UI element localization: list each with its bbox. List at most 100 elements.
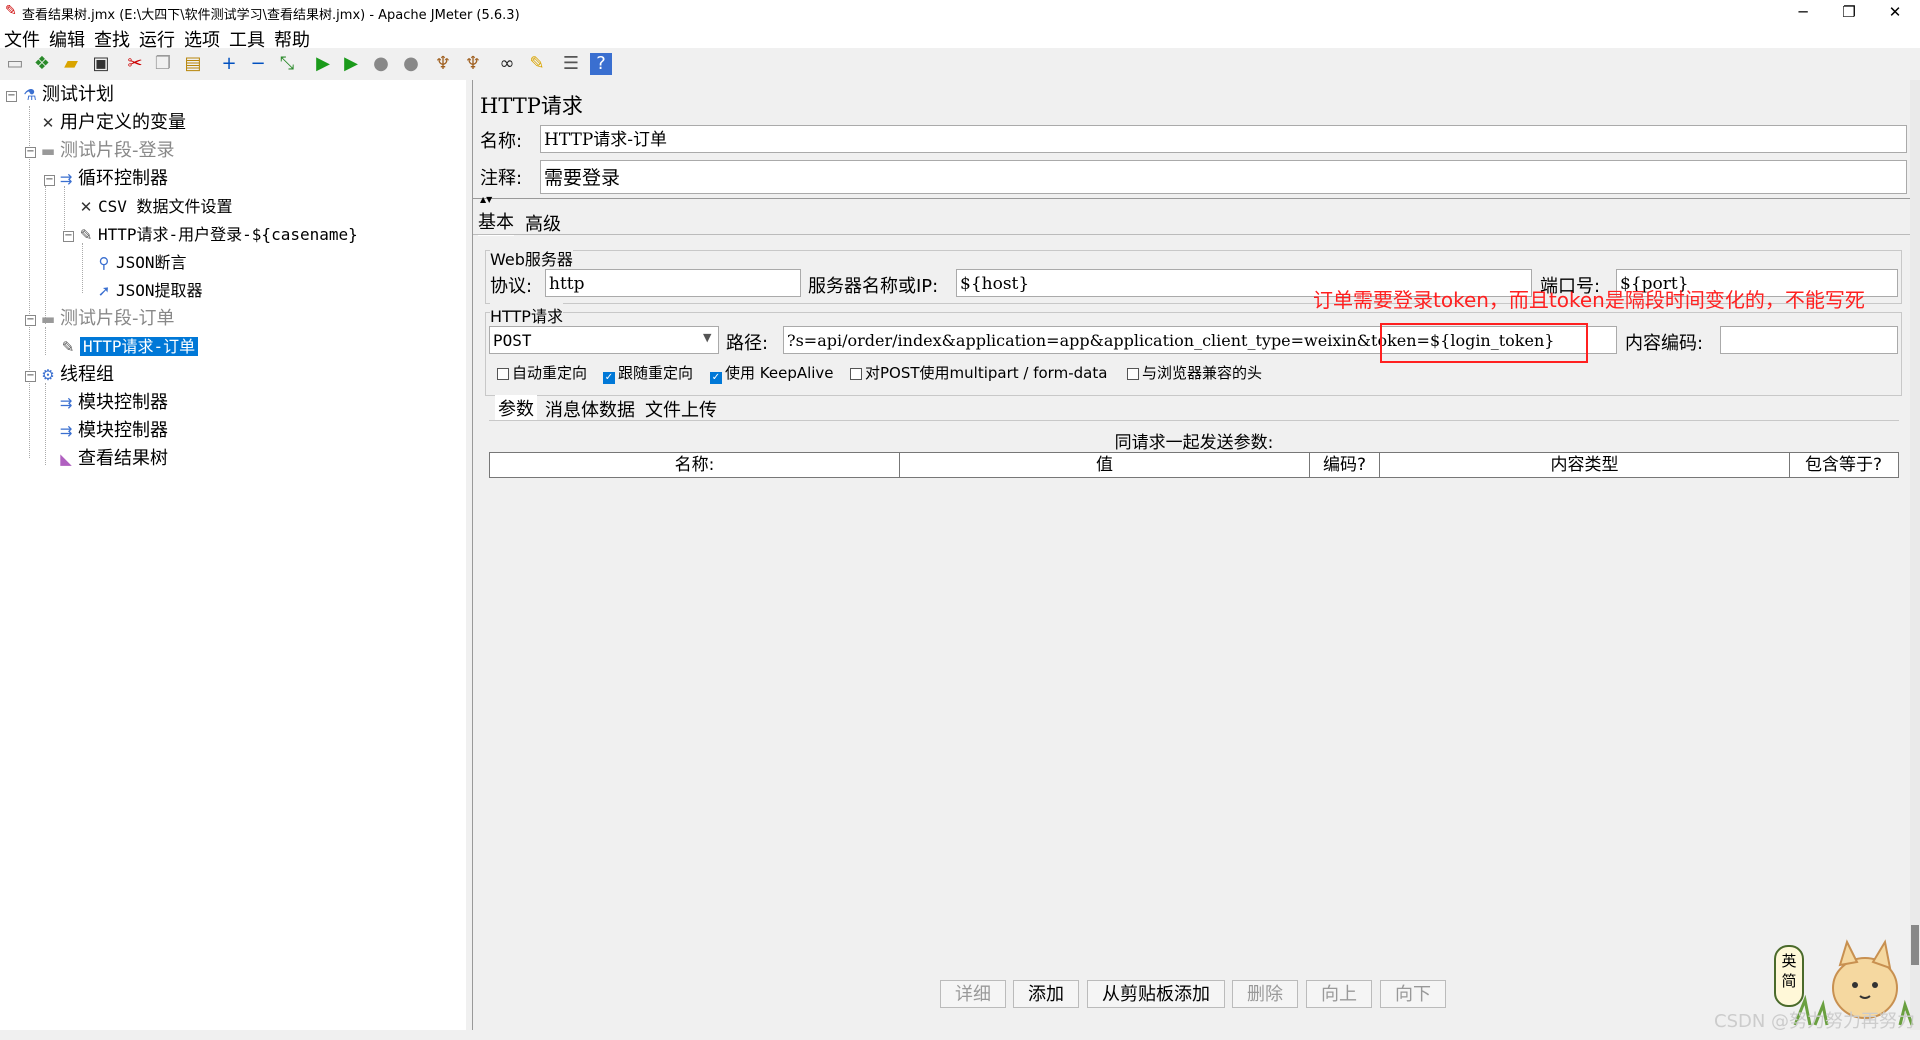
tree-item-csv-config[interactable]: ✕ CSV 数据文件设置 bbox=[76, 194, 233, 220]
search-icon[interactable]: ∞ bbox=[496, 53, 518, 75]
tree-item-user-variables[interactable]: ✕ 用户定义的变量 bbox=[38, 110, 186, 136]
panel-title: HTTP请求 bbox=[480, 94, 583, 118]
add-button[interactable]: 添加 bbox=[1013, 980, 1079, 1008]
params-table[interactable] bbox=[489, 450, 1899, 975]
tree-item-http-order[interactable]: ✎ HTTP请求-订单 bbox=[58, 334, 199, 360]
annotation-text: 订单需要登录token，而且token是隔段时间变化的，不能写死 bbox=[1313, 288, 1865, 312]
method-select[interactable]: POST bbox=[489, 326, 719, 354]
clear-icon[interactable]: ♆ bbox=[432, 53, 454, 75]
checkmark-icon: ✓ bbox=[603, 372, 615, 384]
checkbox-multipart[interactable]: 对POST使用multipart / form-data bbox=[850, 362, 1107, 383]
toolbar: ▭ ❖ ▰ ▣ ✂ ❐ ▤ + − ⤡ ▶ ▶ ● ● ♆ ♆ ∞ ✎ ☰ ? bbox=[0, 48, 1920, 81]
stop-icon[interactable]: ● bbox=[370, 53, 392, 75]
subtab-body-data[interactable]: 消息体数据 bbox=[545, 396, 635, 422]
extractor-icon: ➚ bbox=[97, 282, 111, 300]
annotation-highlight-box bbox=[1380, 323, 1588, 363]
checkbox-keepalive[interactable]: ✓ 使用 KeepAlive bbox=[710, 362, 834, 384]
name-label: 名称: bbox=[480, 131, 523, 152]
name-field[interactable]: HTTP请求-订单 bbox=[540, 125, 1907, 153]
function-helper-icon[interactable]: ☰ bbox=[560, 53, 582, 75]
tab-basic[interactable]: 基本 bbox=[478, 208, 514, 236]
checkbox-box bbox=[850, 368, 862, 380]
controller-icon: ⇉ bbox=[59, 422, 73, 440]
split-pane-divider[interactable] bbox=[466, 80, 473, 1030]
delete-button[interactable]: 删除 bbox=[1232, 980, 1298, 1008]
clear-all-icon[interactable]: ♆ bbox=[462, 53, 484, 75]
help-icon[interactable]: ? bbox=[590, 53, 612, 75]
checkbox-box bbox=[1127, 368, 1139, 380]
collapse-toggle[interactable]: − bbox=[44, 175, 55, 186]
column-content-type[interactable]: 内容类型 bbox=[1380, 453, 1790, 477]
encoding-field[interactable] bbox=[1720, 326, 1898, 354]
wrench-icon: ✕ bbox=[79, 198, 93, 216]
collapse-arrow-icon[interactable]: ▲▼ bbox=[480, 195, 492, 204]
cut-icon[interactable]: ✂ bbox=[124, 53, 146, 75]
vertical-scrollbar[interactable] bbox=[1910, 80, 1920, 1030]
save-icon[interactable]: ▣ bbox=[90, 53, 112, 75]
column-include-equals[interactable]: 包含等于? bbox=[1790, 453, 1897, 477]
start-icon[interactable]: ▶ bbox=[312, 53, 334, 75]
tree-item-http-login[interactable]: ✎ HTTP请求-用户登录-${casename} bbox=[76, 222, 358, 248]
reset-search-icon[interactable]: ✎ bbox=[526, 53, 548, 75]
collapse-toggle[interactable]: − bbox=[63, 231, 74, 242]
checkbox-follow-redirects[interactable]: ✓ 跟随重定向 bbox=[603, 362, 693, 384]
tree-item-json-extractor[interactable]: ➚ JSON提取器 bbox=[94, 278, 203, 304]
server-label: 服务器名称或IP: bbox=[808, 276, 939, 297]
comment-field[interactable]: 需要登录 bbox=[540, 160, 1907, 194]
collapse-toggle[interactable]: − bbox=[25, 147, 36, 158]
collapse-toggle[interactable]: − bbox=[25, 315, 36, 326]
copy-icon[interactable]: ❐ bbox=[152, 53, 174, 75]
jmeter-feather-icon: ✎ bbox=[5, 3, 17, 19]
expand-icon[interactable]: + bbox=[218, 53, 240, 75]
subtab-divider bbox=[489, 420, 1899, 421]
move-up-button[interactable]: 向上 bbox=[1306, 980, 1372, 1008]
new-icon[interactable]: ▭ bbox=[4, 53, 26, 75]
tree-item-thread-group[interactable]: ⚙ 线程组 bbox=[38, 362, 114, 388]
templates-icon[interactable]: ❖ bbox=[31, 53, 53, 75]
tree-guide bbox=[45, 383, 46, 465]
column-encode[interactable]: 编码? bbox=[1310, 453, 1380, 477]
tree-item-module-controller-2[interactable]: ⇉ 模块控制器 bbox=[56, 418, 168, 444]
tree-item-test-plan[interactable]: ⚗ 测试计划 bbox=[20, 82, 114, 108]
paste-icon[interactable]: ▤ bbox=[182, 53, 204, 75]
protocol-field[interactable]: http bbox=[545, 269, 801, 297]
fragment-icon: ▬ bbox=[40, 310, 56, 328]
collapse-toggle[interactable]: − bbox=[25, 371, 36, 382]
close-button[interactable]: ✕ bbox=[1872, 0, 1918, 24]
tree-guide bbox=[29, 106, 30, 458]
move-down-button[interactable]: 向下 bbox=[1380, 980, 1446, 1008]
sampler-pen-icon: ✎ bbox=[79, 226, 93, 244]
tree-item-module-controller-1[interactable]: ⇉ 模块控制器 bbox=[56, 390, 168, 416]
restore-button[interactable]: ❐ bbox=[1826, 0, 1872, 24]
detail-button[interactable]: 详细 bbox=[940, 980, 1006, 1008]
web-server-title: Web服务器 bbox=[490, 246, 573, 270]
checkbox-browser-headers[interactable]: 与浏览器兼容的头 bbox=[1127, 362, 1262, 383]
wrench-icon: ✕ bbox=[41, 114, 55, 132]
start-no-pause-icon[interactable]: ▶ bbox=[340, 53, 362, 75]
open-icon[interactable]: ▰ bbox=[60, 53, 82, 75]
tree-guide bbox=[45, 186, 46, 324]
chevron-down-icon[interactable]: ▼ bbox=[703, 331, 711, 344]
subtab-parameters[interactable]: 参数 bbox=[495, 395, 537, 421]
tab-advanced[interactable]: 高级 bbox=[525, 210, 561, 236]
tree-item-view-results-tree[interactable]: ◣ 查看结果树 bbox=[56, 446, 168, 472]
gear-icon: ⚙ bbox=[41, 366, 55, 384]
minimize-button[interactable]: ─ bbox=[1780, 0, 1826, 24]
column-name[interactable]: 名称: bbox=[490, 453, 900, 477]
tree-item-fragment-order[interactable]: ▬ 测试片段-订单 bbox=[38, 306, 175, 332]
checkbox-box bbox=[497, 368, 509, 380]
subtab-file-upload[interactable]: 文件上传 bbox=[645, 396, 717, 422]
checkmark-icon: ✓ bbox=[710, 372, 722, 384]
divider bbox=[473, 198, 1920, 199]
path-label: 路径: bbox=[726, 333, 769, 354]
add-from-clipboard-button[interactable]: 从剪贴板添加 bbox=[1087, 980, 1225, 1008]
column-value[interactable]: 值 bbox=[900, 453, 1310, 477]
shutdown-icon[interactable]: ● bbox=[400, 53, 422, 75]
collapse-icon[interactable]: − bbox=[247, 53, 269, 75]
tree-item-loop-controller[interactable]: ⇉ 循环控制器 bbox=[56, 166, 168, 192]
collapse-toggle[interactable]: − bbox=[6, 91, 17, 102]
checkbox-auto-redirect[interactable]: 自动重定向 bbox=[497, 362, 587, 383]
tree-item-json-assertion[interactable]: ⚲ JSON断言 bbox=[94, 250, 187, 276]
tree-item-fragment-login[interactable]: ▬ 测试片段-登录 bbox=[38, 138, 175, 164]
toggle-icon[interactable]: ⤡ bbox=[276, 53, 298, 75]
